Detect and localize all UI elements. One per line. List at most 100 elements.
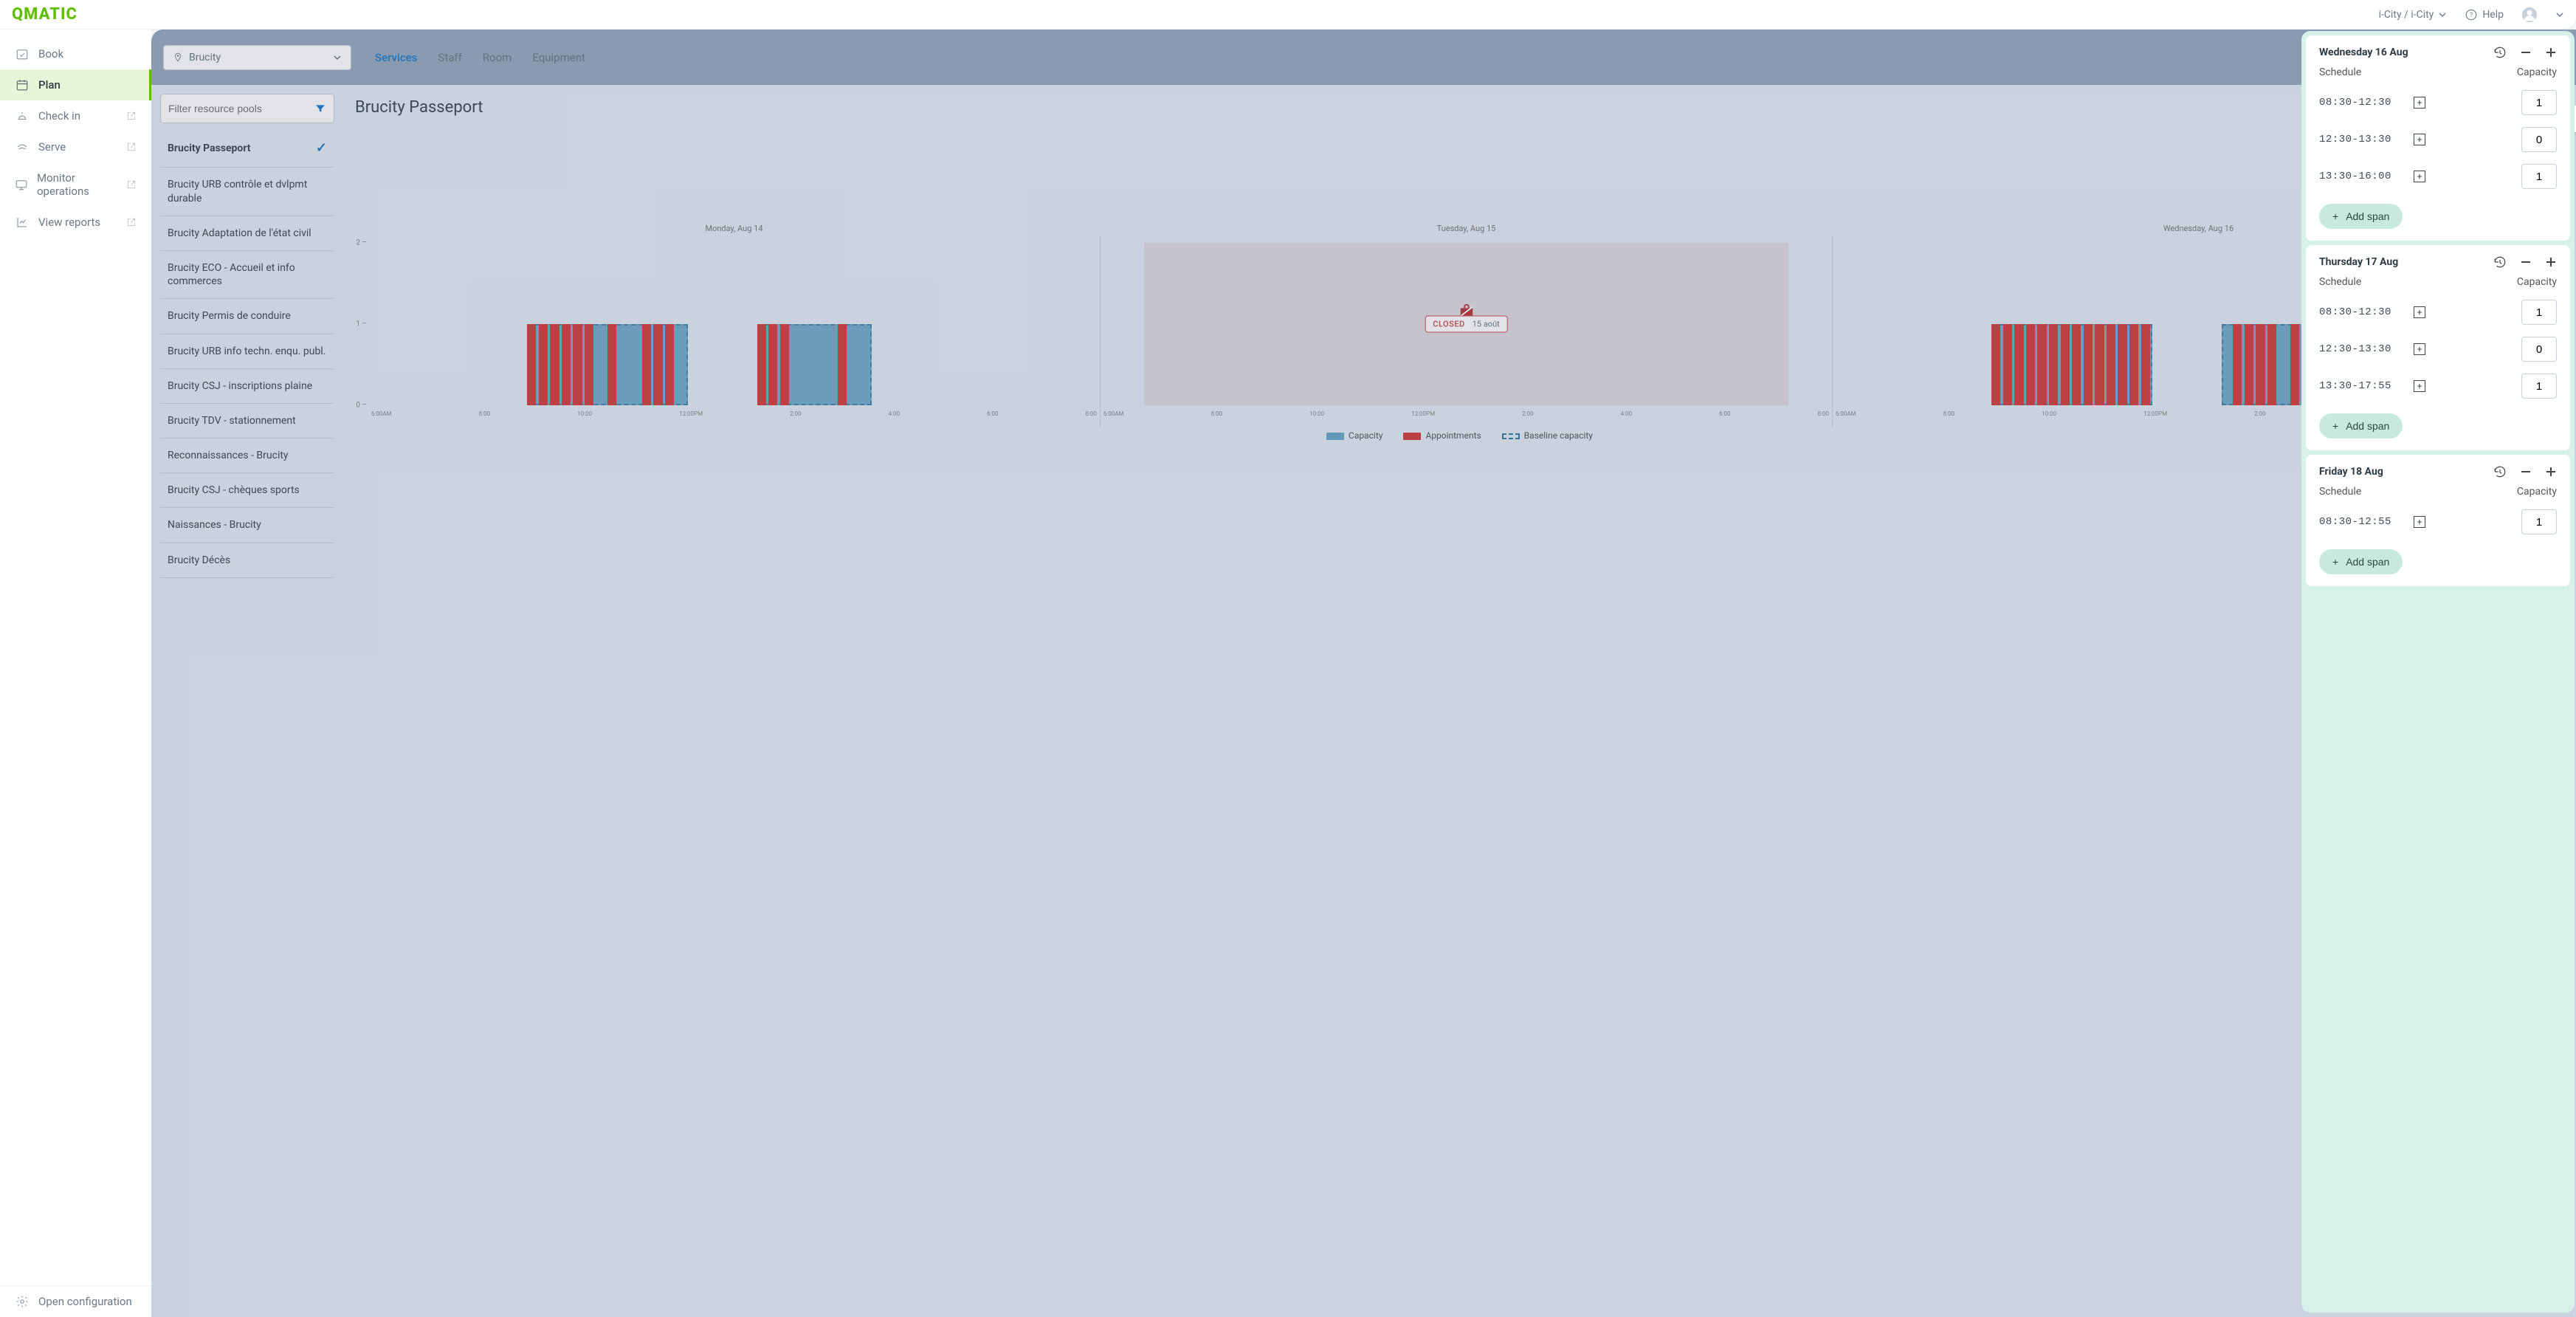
span-time: 12:30-13:30 — [2319, 343, 2400, 355]
expand-span-button[interactable]: + — [2414, 171, 2425, 182]
help-label: Help — [2482, 9, 2504, 21]
expand-span-button[interactable]: + — [2414, 380, 2425, 392]
expand-span-button[interactable]: + — [2414, 516, 2425, 528]
svg-text:?: ? — [2470, 12, 2473, 19]
pool-label: Brucity ECO - Accueil et info commerces — [168, 261, 327, 288]
add-span-button[interactable]: +Add span — [2319, 413, 2403, 439]
plan-title: Brucity Passeport — [355, 89, 2564, 125]
history-icon[interactable] — [2493, 465, 2507, 478]
add-span-button[interactable]: +Add span — [2319, 549, 2403, 574]
filter-icon[interactable] — [314, 103, 326, 114]
sidebar-item-view-reports[interactable]: View reports — [0, 207, 151, 238]
tab-staff[interactable]: Staff — [438, 47, 461, 69]
user-icon — [2521, 7, 2538, 23]
sidebar-item-label: Serve — [38, 140, 66, 154]
chevron-down-icon — [333, 53, 342, 62]
day-card: Thursday 17 AugScheduleCapacity08:30-12:… — [2306, 245, 2570, 450]
pool-label: Reconnaissances - Brucity — [168, 449, 289, 462]
pool-item[interactable]: Brucity ECO - Accueil et info commerces — [160, 251, 334, 299]
pool-item[interactable]: Brucity CSJ - inscriptions plaine — [160, 369, 334, 404]
gear-icon — [15, 1295, 30, 1308]
add-span-button[interactable]: +Add span — [2319, 204, 2403, 229]
pool-item[interactable]: Brucity URB contrôle et dvlpmt durable — [160, 168, 334, 216]
span-time: 08:30-12:30 — [2319, 306, 2400, 318]
pool-item[interactable]: Brucity URB info techn. enqu. publ. — [160, 334, 334, 369]
sidebar-item-plan[interactable]: Plan — [0, 69, 151, 100]
filter-input[interactable] — [168, 103, 314, 114]
chart-day: Monday, Aug 146:00AM8:0010:0012:00PM2:00… — [368, 235, 1100, 427]
pool-item[interactable]: Brucity TDV - stationnement — [160, 404, 334, 439]
location-select[interactable]: Brucity — [163, 45, 351, 70]
chevron-down-icon — [2438, 10, 2447, 19]
span-row: 08:30-12:30 + — [2319, 300, 2557, 325]
collapse-button[interactable] — [2520, 466, 2532, 478]
capacity-label: Capacity — [2517, 276, 2557, 288]
user-menu[interactable] — [2521, 7, 2564, 23]
add-day-button[interactable] — [2545, 256, 2557, 268]
pool-label: Brucity Permis de conduire — [168, 309, 291, 323]
open-configuration[interactable]: Open configuration — [0, 1286, 151, 1317]
sidebar-item-label: Book — [38, 47, 63, 61]
tab-equipment[interactable]: Equipment — [532, 47, 585, 69]
day-title: Friday 18 Aug — [2319, 466, 2383, 478]
external-icon — [126, 142, 137, 152]
chart-legend: Capacity Appointments Baseline capacity — [355, 430, 2564, 441]
pool-item[interactable]: Brucity Passeport ✓ — [160, 129, 334, 168]
calendar-plan-icon — [15, 78, 30, 92]
tab-room[interactable]: Room — [483, 47, 512, 69]
capacity-input[interactable] — [2521, 509, 2557, 534]
schedule-panel: Wednesday 16 Aug Schedule Capacity 08:30-12… — [2301, 31, 2575, 1313]
capacity-input[interactable] — [2521, 300, 2557, 325]
history-icon[interactable] — [2493, 255, 2507, 269]
sidebar: Book Plan Check in Serve Monitor operationsV… — [0, 30, 151, 1317]
sidebar-item-label: Plan — [38, 78, 61, 92]
span-time: 13:30-16:00 — [2319, 171, 2400, 182]
collapse-button[interactable] — [2520, 47, 2532, 58]
bell-icon — [15, 109, 30, 123]
capacity-input[interactable] — [2521, 374, 2557, 399]
org-label: i-City / i-City — [2379, 9, 2434, 21]
pool-item[interactable]: Brucity Permis de conduire — [160, 299, 334, 334]
day-card: Wednesday 16 AugScheduleCapacity08:30-12… — [2306, 35, 2570, 241]
calendar-check-icon — [15, 47, 30, 61]
help-link[interactable]: ? Help — [2465, 8, 2504, 21]
collapse-button[interactable] — [2520, 256, 2532, 268]
span-time: 08:30-12:55 — [2319, 516, 2400, 528]
check-icon: ✓ — [316, 140, 327, 157]
external-icon — [126, 179, 137, 190]
pool-item[interactable]: Brucity Décès — [160, 543, 334, 578]
filter-resource-pools[interactable] — [160, 94, 334, 123]
expand-span-button[interactable]: + — [2414, 343, 2425, 355]
pool-label: Brucity URB contrôle et dvlpmt durable — [168, 178, 327, 204]
sidebar-item-serve[interactable]: Serve — [0, 131, 151, 162]
span-row: 12:30-13:30 + — [2319, 127, 2557, 152]
tab-services[interactable]: Services — [375, 47, 417, 69]
sidebar-item-check-in[interactable]: Check in — [0, 100, 151, 131]
day-title: Wednesday 16 Aug — [2319, 47, 2408, 58]
sidebar-item-monitor-operations[interactable]: Monitor operations — [0, 162, 151, 207]
expand-span-button[interactable]: + — [2414, 306, 2425, 318]
add-day-button[interactable] — [2545, 47, 2557, 58]
schedule-label: Schedule — [2319, 276, 2361, 288]
monitor-icon — [15, 178, 28, 191]
add-day-button[interactable] — [2545, 466, 2557, 478]
pin-icon — [173, 52, 183, 63]
pool-item[interactable]: Brucity CSJ - chèques sports — [160, 473, 334, 508]
span-time: 12:30-13:30 — [2319, 134, 2400, 145]
expand-span-button[interactable]: + — [2414, 97, 2425, 109]
pool-item[interactable]: Brucity Adaptation de l'état civil — [160, 216, 334, 251]
capacity-input[interactable] — [2521, 337, 2557, 362]
pool-label: Brucity Passeport — [168, 142, 251, 155]
org-selector[interactable]: i-City / i-City — [2379, 9, 2448, 21]
capacity-input[interactable] — [2521, 127, 2557, 152]
expand-span-button[interactable]: + — [2414, 134, 2425, 145]
capacity-input[interactable] — [2521, 164, 2557, 189]
sidebar-item-book[interactable]: Book — [0, 38, 151, 69]
location-label: Brucity — [189, 52, 221, 63]
history-icon[interactable] — [2493, 46, 2507, 59]
span-row: 13:30-16:00 + — [2319, 164, 2557, 189]
pool-item[interactable]: Naissances - Brucity — [160, 508, 334, 543]
capacity-input[interactable] — [2521, 90, 2557, 115]
span-row: 08:30-12:30+ — [2319, 90, 2557, 115]
pool-item[interactable]: Reconnaissances - Brucity — [160, 439, 334, 473]
